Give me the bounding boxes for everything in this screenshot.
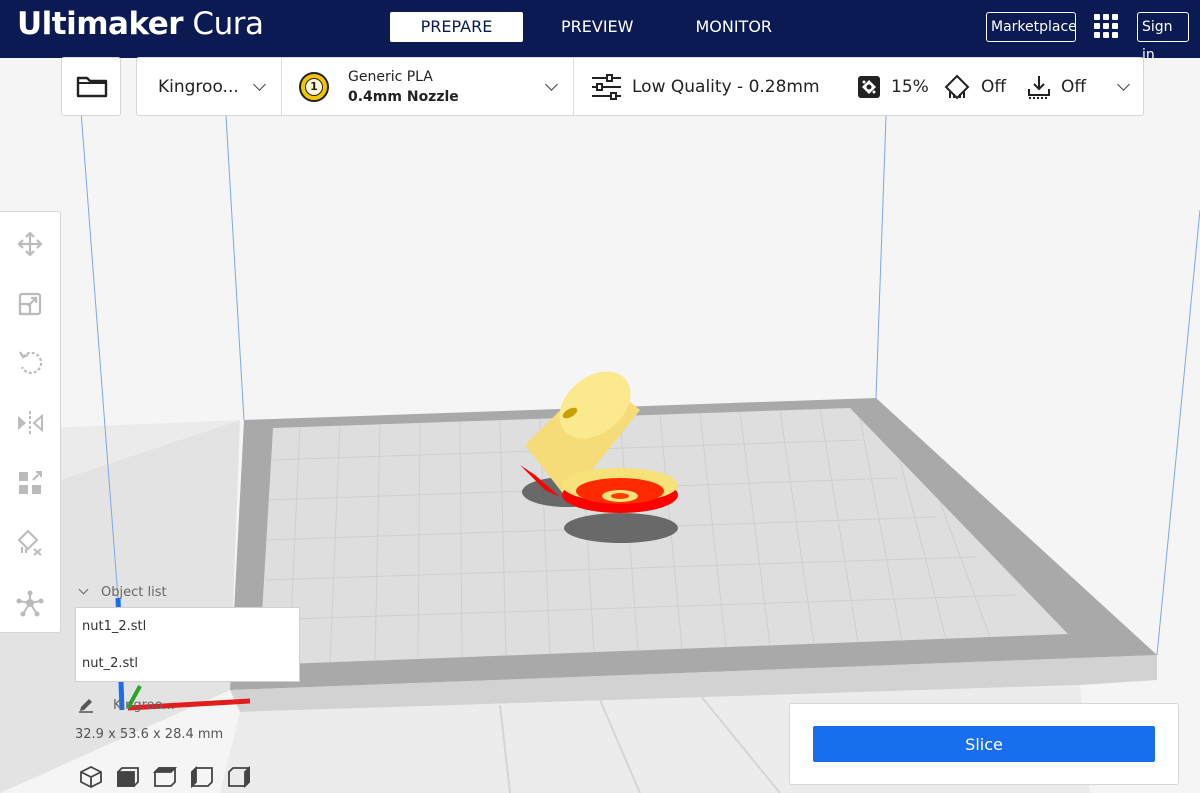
scale-tool-icon[interactable] [14, 288, 46, 320]
slice-button[interactable]: Slice [813, 726, 1155, 762]
stage-tabs: PREPARE PREVIEW MONITOR [390, 12, 772, 42]
print-setup-toolbar: Kingroo... 1 Generic PLA 0.4mm Nozzle Lo… [136, 57, 1144, 116]
rotate-tool-icon[interactable] [14, 347, 46, 379]
right-view-icon[interactable] [227, 765, 251, 789]
camera-view-buttons [79, 765, 251, 789]
object-list-toggle[interactable]: Object list [77, 584, 167, 600]
chevron-down-icon [1117, 78, 1130, 91]
chevron-down-icon [78, 584, 89, 595]
printer-name: Kingroo... [158, 77, 239, 97]
list-item[interactable]: nut_2.stl [76, 645, 299, 682]
quality-profile: Low Quality - 0.28mm [632, 77, 820, 97]
front-view-icon[interactable] [116, 765, 140, 789]
app-logo: Ultimaker Cura [17, 6, 264, 42]
marketplace-button[interactable]: Marketplace [986, 12, 1077, 42]
move-tool-icon[interactable] [14, 228, 46, 260]
list-item[interactable]: nut1_2.stl [76, 608, 299, 645]
support-icon [944, 74, 970, 100]
3d-view-icon[interactable] [79, 765, 103, 789]
print-settings-selector[interactable]: Low Quality - 0.28mm 15% Off Off [574, 58, 1144, 115]
printer-selector[interactable]: Kingroo... [137, 58, 281, 115]
custom-supports-icon[interactable] [14, 588, 46, 620]
material-name: Generic PLA [348, 69, 433, 85]
build-plate-viewport[interactable] [0, 58, 1200, 793]
slice-panel: Slice [789, 703, 1179, 785]
nozzle-size: 0.4mm Nozzle [348, 89, 459, 105]
tab-monitor[interactable]: MONITOR [664, 12, 772, 42]
apps-grid-icon[interactable] [1094, 14, 1118, 38]
model-nut2[interactable] [562, 468, 678, 513]
tool-panel [0, 211, 61, 633]
support-value: Off [981, 77, 1007, 97]
tab-prepare[interactable]: PREPARE [390, 12, 523, 42]
adhesion-icon [1028, 76, 1050, 99]
pencil-icon[interactable] [78, 697, 94, 713]
open-file-button[interactable] [61, 57, 121, 116]
chevron-down-icon [253, 78, 266, 91]
chevron-down-icon [545, 78, 558, 91]
sign-in-button[interactable]: Sign in [1137, 12, 1189, 63]
settings-sliders-icon [592, 74, 621, 100]
left-view-icon[interactable] [190, 765, 214, 789]
adhesion-value: Off [1061, 77, 1087, 97]
per-model-settings-icon[interactable] [14, 467, 46, 499]
app-header: Ultimaker Cura PREPARE PREVIEW MONITOR M… [0, 0, 1200, 63]
infill-value: 15% [891, 77, 929, 97]
folder-icon [76, 76, 108, 98]
extruder-icon: 1 [299, 72, 329, 102]
top-view-icon[interactable] [153, 765, 177, 789]
job-name[interactable]: Kingroo... [113, 698, 175, 713]
job-name-row: Kingroo... [78, 697, 175, 713]
infill-icon [858, 76, 880, 98]
object-list: nut1_2.stl nut_2.stl [75, 607, 300, 682]
tab-preview[interactable]: PREVIEW [530, 12, 664, 42]
mirror-tool-icon[interactable] [14, 407, 46, 439]
model-dimensions: 32.9 x 53.6 x 28.4 mm [75, 727, 224, 742]
support-blocker-icon[interactable] [14, 527, 46, 559]
